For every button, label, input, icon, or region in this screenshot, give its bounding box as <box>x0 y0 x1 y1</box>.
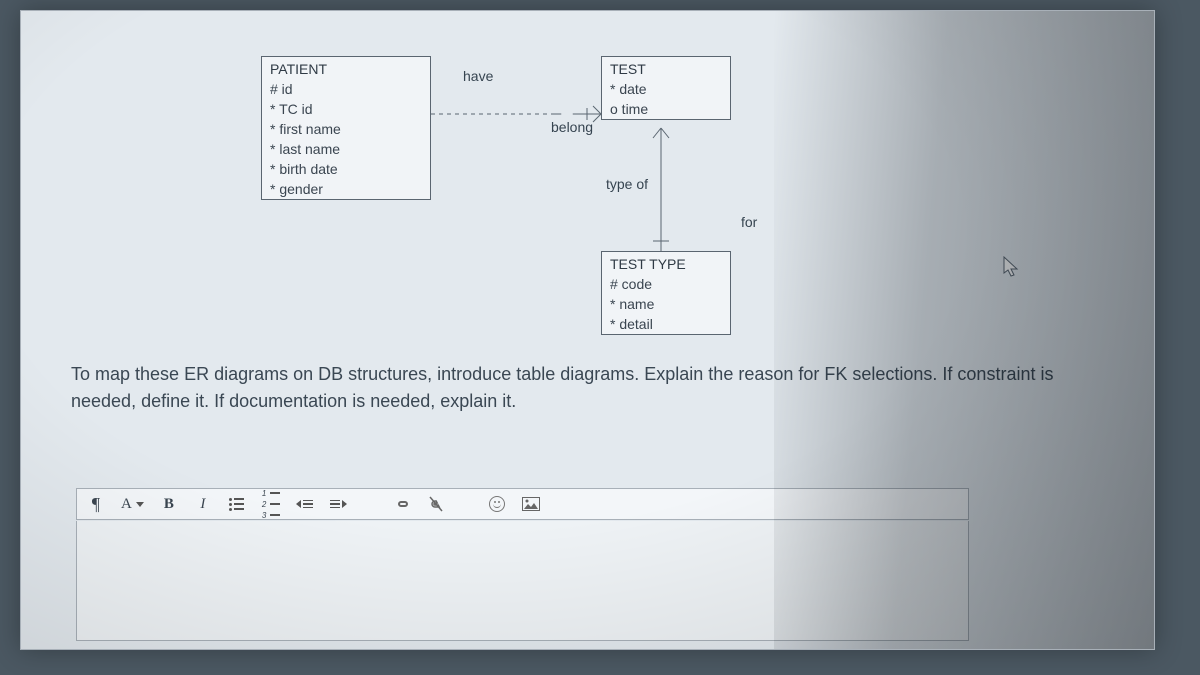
entity-attribute: * name <box>602 294 730 314</box>
relationship-label-have: have <box>463 68 493 84</box>
relationship-label-for: for <box>741 214 757 230</box>
entity-attribute: # id <box>262 79 430 99</box>
entity-attribute: o time <box>602 99 730 119</box>
entity-attribute: * last name <box>262 139 430 159</box>
entity-testtype: TEST TYPE # code * name * detail <box>601 251 731 335</box>
paragraph-button[interactable]: ¶ <box>87 493 105 515</box>
er-diagram: PATIENT # id * TC id * first name * last… <box>261 56 781 336</box>
entity-attribute: * date <box>602 79 730 99</box>
entity-attribute: * TC id <box>262 99 430 119</box>
answer-editor[interactable] <box>76 521 969 641</box>
editor-toolbar: ¶ A B I 1 2 3 <box>76 488 969 520</box>
entity-attribute: # code <box>602 274 730 294</box>
question-prompt: To map these ER diagrams on DB structure… <box>71 361 1084 415</box>
italic-button[interactable]: I <box>194 493 212 515</box>
entity-patient: PATIENT # id * TC id * first name * last… <box>261 56 431 200</box>
font-color-button[interactable]: A <box>121 493 144 515</box>
entity-attribute: * detail <box>602 314 730 334</box>
image-button[interactable] <box>522 493 540 515</box>
entity-test: TEST * date o time <box>601 56 731 120</box>
entity-attribute: * birth date <box>262 159 430 179</box>
outdent-button[interactable] <box>296 493 314 515</box>
bold-button[interactable]: B <box>160 493 178 515</box>
entity-title: PATIENT <box>262 57 430 79</box>
indent-button[interactable] <box>330 493 348 515</box>
relationship-label-belong: belong <box>551 119 593 135</box>
emoji-button[interactable] <box>488 493 506 515</box>
entity-attribute: * gender <box>262 179 430 199</box>
numbered-list-button[interactable]: 1 2 3 <box>262 493 280 515</box>
entity-attribute: * first name <box>262 119 430 139</box>
relationship-label-typeof: type of <box>606 176 648 192</box>
chevron-down-icon <box>136 502 144 507</box>
link-button[interactable] <box>394 493 412 515</box>
font-label: A <box>121 496 132 513</box>
document-page: PATIENT # id * TC id * first name * last… <box>20 10 1155 650</box>
entity-title: TEST TYPE <box>602 252 730 274</box>
unlink-button[interactable] <box>428 493 446 515</box>
entity-title: TEST <box>602 57 730 79</box>
bullet-list-button[interactable] <box>228 493 246 515</box>
cursor-icon <box>1003 256 1019 278</box>
